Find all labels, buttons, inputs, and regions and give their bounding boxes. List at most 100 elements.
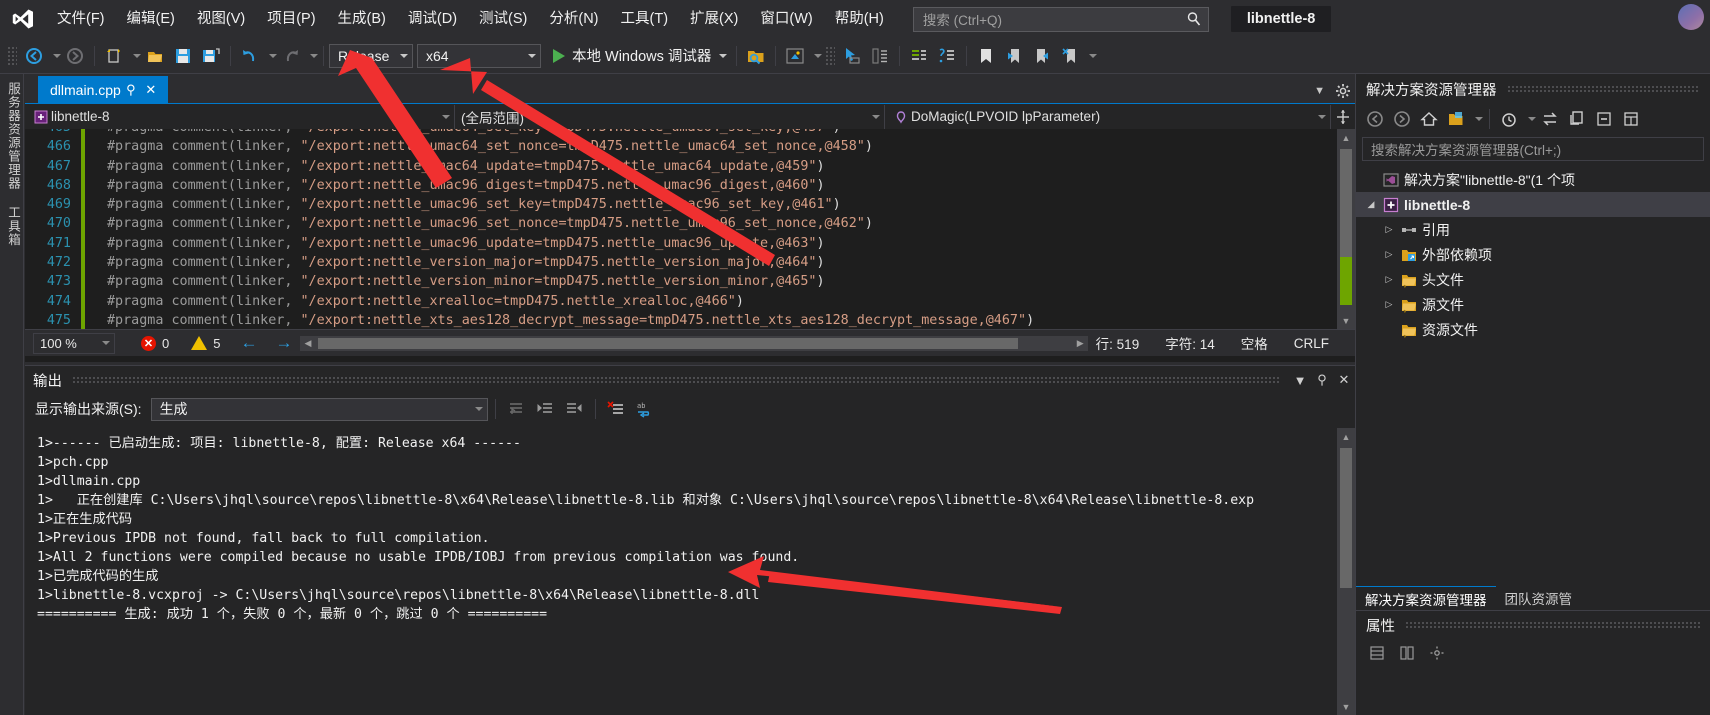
chevron-right-icon[interactable]: ▷: [1380, 249, 1398, 260]
undo-icon[interactable]: [237, 43, 263, 69]
go-to-message-icon[interactable]: [503, 397, 530, 421]
next-bookmark-icon[interactable]: [1029, 43, 1055, 69]
navigate-backward-dropdown-icon[interactable]: [48, 43, 61, 69]
save-icon[interactable]: [170, 43, 196, 69]
undo-dropdown-icon[interactable]: [264, 43, 277, 69]
solution-explorer-search-input[interactable]: 搜索解决方案资源管理器(Ctrl+;): [1362, 137, 1704, 161]
toolbar-overflow-icon[interactable]: [1084, 43, 1097, 69]
alphabetical-view-icon[interactable]: [1394, 641, 1420, 665]
chevron-down-icon[interactable]: [1470, 106, 1483, 132]
menu-analyze[interactable]: 分析(N): [538, 4, 609, 34]
properties-drag-handle[interactable]: [1405, 621, 1700, 629]
menu-debug[interactable]: 调试(D): [397, 4, 468, 34]
toggle-word-wrap-icon[interactable]: ab: [632, 397, 659, 421]
output-source-combo[interactable]: 生成: [150, 397, 488, 421]
toggle-layout-icon[interactable]: [867, 43, 893, 69]
toolbar-grip[interactable]: [7, 45, 17, 66]
new-project-icon[interactable]: [101, 43, 127, 69]
output-drag-handle[interactable]: [72, 376, 1279, 384]
menu-view[interactable]: 视图(V): [186, 4, 256, 34]
live-share-dropdown-icon[interactable]: [809, 43, 822, 69]
attach-to-process-icon[interactable]: [743, 43, 769, 69]
previous-issue-icon[interactable]: ←: [240, 333, 257, 353]
pin-icon[interactable]: ⚲: [121, 82, 141, 98]
close-icon[interactable]: ✕: [141, 82, 161, 98]
redo-icon[interactable]: [278, 43, 304, 69]
close-icon[interactable]: ✕: [1333, 372, 1355, 388]
nav-member-combo[interactable]: DoMagic(LPVOID lpParameter): [885, 104, 1331, 129]
live-share-icon[interactable]: [782, 43, 808, 69]
menu-edit[interactable]: 编辑(E): [116, 4, 186, 34]
navigate-forward-icon[interactable]: [62, 43, 88, 69]
save-all-icon[interactable]: [198, 43, 224, 69]
home-icon[interactable]: [1416, 107, 1442, 131]
categorized-view-icon[interactable]: [1364, 641, 1390, 665]
tree-node-selected[interactable]: ◢ libnettle-8: [1356, 192, 1710, 217]
redo-dropdown-icon[interactable]: [305, 43, 318, 69]
toolbar-grip[interactable]: [825, 45, 836, 66]
menu-test[interactable]: 测试(S): [468, 4, 538, 34]
scroll-left-icon[interactable]: ◀: [300, 338, 315, 349]
refresh-icon[interactable]: [1564, 107, 1590, 131]
chevron-right-icon[interactable]: ▷: [1380, 224, 1398, 235]
uncomment-selection-icon[interactable]: [934, 43, 960, 69]
document-tab-dllmain-cpp[interactable]: dllmain.cpp ⚲ ✕: [38, 76, 168, 103]
tree-node[interactable]: ▷ 源文件: [1356, 292, 1710, 317]
tree-node[interactable]: ▷ 引用: [1356, 217, 1710, 242]
forward-icon[interactable]: [1389, 107, 1415, 131]
tab-team-explorer[interactable]: 团队资源管: [1496, 586, 1582, 610]
collapse-all-icon[interactable]: [1591, 107, 1617, 131]
previous-message-icon[interactable]: [532, 397, 559, 421]
scroll-down-icon[interactable]: ▼: [1337, 312, 1355, 329]
tab-solution-explorer[interactable]: 解决方案资源管理器: [1356, 586, 1496, 610]
solution-configuration-combo[interactable]: Release: [329, 43, 413, 68]
scrollbar-thumb[interactable]: [1340, 149, 1352, 257]
tree-node[interactable]: ▷ 外部依赖项: [1356, 242, 1710, 267]
navigate-backward-icon[interactable]: [21, 43, 47, 69]
new-project-dropdown-icon[interactable]: [128, 43, 141, 69]
chevron-down-icon[interactable]: ◢: [1362, 199, 1380, 210]
scroll-up-icon[interactable]: ▲: [1337, 428, 1355, 445]
account-avatar[interactable]: [1678, 4, 1704, 30]
editor-vertical-scrollbar[interactable]: ▲ ▼: [1337, 129, 1355, 329]
back-icon[interactable]: [1362, 107, 1388, 131]
solution-platform-combo[interactable]: x64: [417, 43, 541, 68]
next-message-icon[interactable]: [561, 397, 588, 421]
error-count-group[interactable]: ✕ 0: [141, 335, 169, 351]
next-issue-icon[interactable]: →: [275, 333, 292, 353]
toggle-bookmark-icon[interactable]: [973, 43, 999, 69]
menu-tools[interactable]: 工具(T): [610, 4, 680, 34]
comment-selection-icon[interactable]: [906, 43, 932, 69]
output-vertical-scrollbar[interactable]: ▲ ▼: [1337, 428, 1355, 715]
menu-extensions[interactable]: 扩展(X): [679, 4, 749, 34]
tree-node[interactable]: 资源文件: [1356, 317, 1710, 342]
quick-search-box[interactable]: 搜索 (Ctrl+Q): [912, 6, 1209, 32]
scroll-right-icon[interactable]: ▶: [1073, 338, 1088, 349]
chevron-right-icon[interactable]: ▷: [1380, 299, 1398, 310]
chevron-right-icon[interactable]: ▷: [1380, 274, 1398, 285]
menu-project[interactable]: 项目(P): [256, 4, 326, 34]
split-editor-icon[interactable]: [1331, 109, 1355, 125]
zoom-level-combo[interactable]: 100 %: [33, 332, 115, 354]
output-body[interactable]: 1>------ 已启动生成: 项目: libnettle-8, 配置: Rel…: [25, 428, 1355, 715]
tree-node[interactable]: ▷ 头文件: [1356, 267, 1710, 292]
clear-output-icon[interactable]: [603, 397, 630, 421]
chevron-down-icon[interactable]: ▼: [1314, 85, 1325, 97]
code-editor[interactable]: 465 #pragma comment(linker, "/export:nett…: [25, 129, 1355, 329]
editor-horizontal-scrollbar[interactable]: ◀ ▶: [300, 335, 1088, 351]
pin-icon[interactable]: ⚲: [1311, 372, 1333, 388]
menu-file[interactable]: 文件(F): [46, 4, 116, 34]
nav-scope-combo[interactable]: (全局范围): [455, 104, 885, 129]
menu-build[interactable]: 生成(B): [327, 4, 397, 34]
pending-changes-icon[interactable]: [1496, 107, 1522, 131]
warning-count-group[interactable]: 5: [191, 336, 220, 351]
chevron-down-icon[interactable]: [1523, 106, 1536, 132]
select-element-icon[interactable]: [839, 43, 865, 69]
tree-node[interactable]: 解决方案"libnettle-8"(1 个项: [1356, 167, 1710, 192]
menu-help[interactable]: 帮助(H): [824, 4, 895, 34]
scrollbar-thumb[interactable]: [1340, 448, 1352, 588]
properties-window-icon[interactable]: [1618, 107, 1644, 131]
scroll-down-icon[interactable]: ▼: [1337, 698, 1355, 715]
solution-explorer-drag-handle[interactable]: [1506, 85, 1700, 93]
rail-tab-server-explorer[interactable]: 服务器资源管理器: [0, 74, 27, 198]
